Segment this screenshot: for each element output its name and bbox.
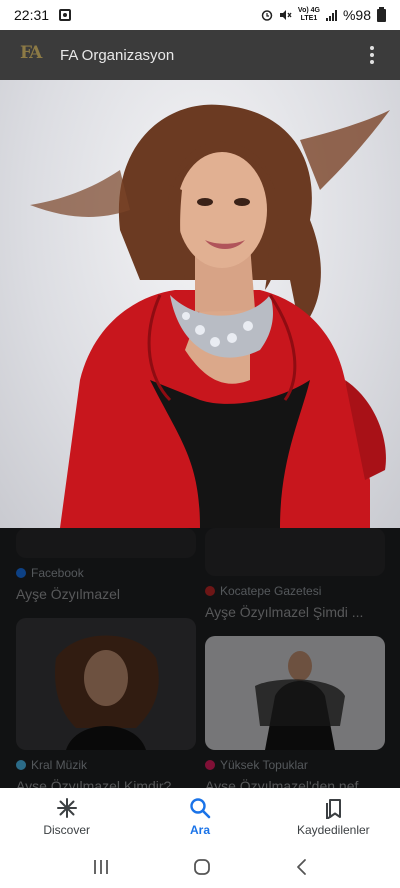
kocatepe-icon bbox=[205, 586, 215, 596]
status-time: 22:31 bbox=[14, 7, 50, 23]
status-bar: 22:31 Vo) 4G LTE1 %98 bbox=[0, 0, 400, 30]
bookmark-icon bbox=[326, 799, 342, 819]
result-thumbnail[interactable] bbox=[205, 636, 385, 750]
portrait-image bbox=[30, 104, 390, 528]
result-title[interactable]: Ayşe Özyılmazel Şimdi ... bbox=[205, 604, 363, 620]
app-header: FA FA Organizasyon bbox=[0, 30, 400, 80]
facebook-icon bbox=[16, 568, 26, 578]
result-source: Kocatepe Gazetesi bbox=[205, 584, 321, 598]
result-source-label: Kocatepe Gazetesi bbox=[220, 584, 322, 598]
result-source: Yüksek Topuklar bbox=[205, 758, 308, 772]
search-results: Facebook Ayşe Özyılmazel Kocatepe Gazete… bbox=[0, 528, 400, 788]
app-logo: FA bbox=[20, 43, 42, 63]
kral-muzik-icon bbox=[16, 760, 26, 770]
app-title[interactable]: FA Organizasyon bbox=[60, 47, 174, 64]
back-icon[interactable] bbox=[294, 858, 308, 876]
recent-apps-icon[interactable] bbox=[92, 859, 110, 875]
nav-discover[interactable]: Discover bbox=[0, 788, 133, 846]
network-top-label: Vo) 4G bbox=[297, 7, 320, 14]
result-thumbnail[interactable] bbox=[16, 618, 196, 750]
network-indicator: Vo) 4G LTE1 bbox=[298, 7, 320, 23]
mute-icon bbox=[279, 10, 292, 20]
bottom-navigation: Discover Ara Kaydedilenler bbox=[0, 788, 400, 846]
network-bottom-label: LTE1 bbox=[300, 15, 318, 22]
system-navigation-bar bbox=[0, 846, 400, 888]
result-title[interactable]: Ayşe Özyılmazel Kimdir? bbox=[16, 778, 171, 788]
home-icon[interactable] bbox=[193, 858, 211, 876]
status-indicators: Vo) 4G LTE1 %98 bbox=[261, 6, 386, 23]
asterisk-icon bbox=[56, 798, 77, 818]
nav-search[interactable]: Ara bbox=[133, 788, 266, 846]
result-title[interactable]: Ayşe Özyılmazel'den nef bbox=[205, 778, 358, 788]
nav-search-label: Ara bbox=[189, 823, 210, 837]
result-source-label: Yüksek Topuklar bbox=[220, 758, 308, 772]
notification-icon bbox=[59, 9, 72, 21]
signal-icon bbox=[325, 9, 337, 21]
portrait-thumbnail bbox=[255, 651, 345, 750]
result-title[interactable]: Ayşe Özyılmazel bbox=[16, 586, 120, 602]
nav-discover-label: Discover bbox=[43, 823, 90, 837]
result-source: Kral Müzik bbox=[16, 758, 87, 772]
battery-icon bbox=[377, 6, 386, 22]
nav-saved-label: Kaydedilenler bbox=[296, 823, 370, 837]
heart-icon bbox=[205, 760, 215, 770]
result-source-label: Kral Müzik bbox=[31, 758, 88, 772]
result-thumbnail[interactable] bbox=[205, 528, 385, 576]
alarm-icon bbox=[261, 10, 273, 21]
portrait-thumbnail bbox=[55, 635, 159, 750]
image-preview[interactable] bbox=[0, 80, 400, 528]
battery-percent: %98 bbox=[342, 7, 371, 23]
result-source: Facebook bbox=[16, 566, 84, 580]
nav-saved[interactable]: Kaydedilenler bbox=[267, 788, 400, 846]
result-source-label: Facebook bbox=[31, 566, 84, 580]
result-thumbnail[interactable] bbox=[16, 528, 196, 558]
search-icon bbox=[190, 798, 211, 819]
more-options-icon[interactable] bbox=[364, 40, 380, 70]
